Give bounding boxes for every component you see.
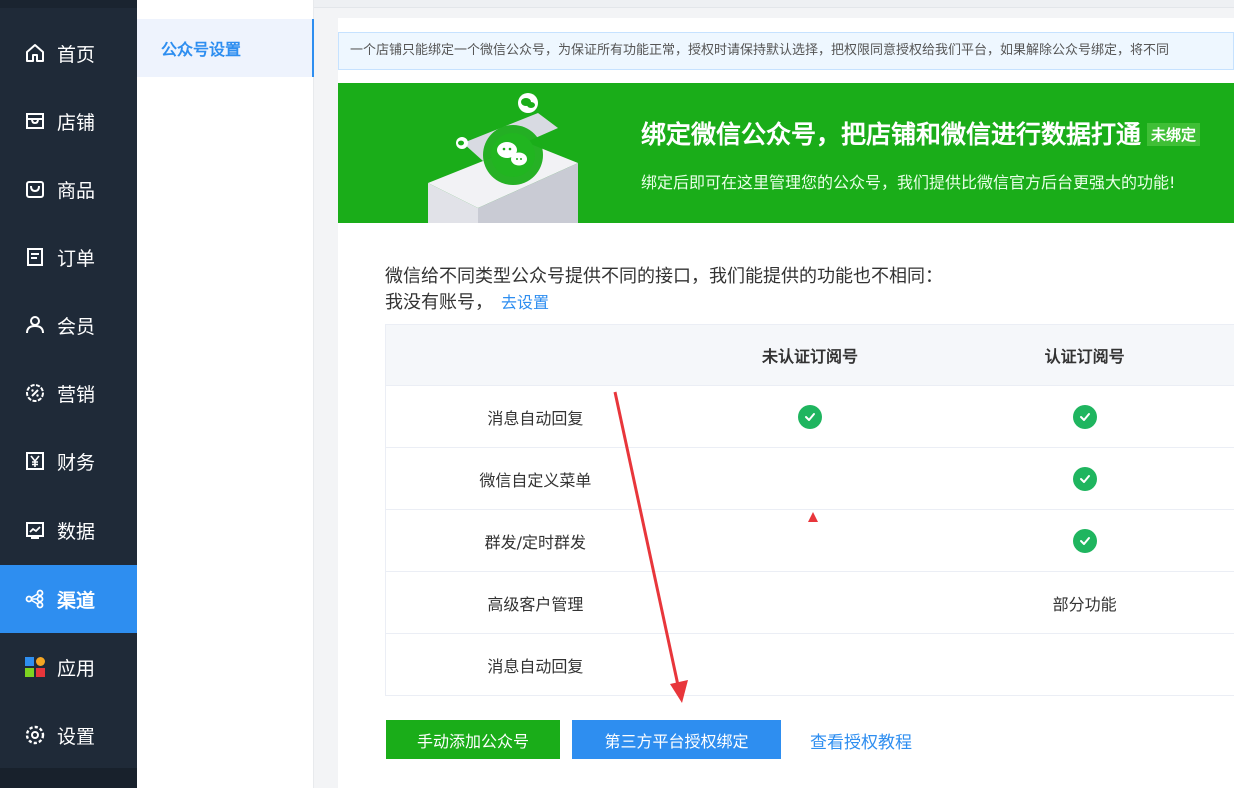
verified-cell — [935, 634, 1234, 695]
nav-label: 商品 — [57, 179, 96, 202]
check-cell — [935, 386, 1234, 447]
intro-text: 微信给不同类型公众号提供不同的接口，我们能提供的功能也不相同： — [385, 266, 943, 287]
feature-cell: 微信自定义菜单 — [479, 470, 592, 490]
nav-item-data[interactable]: 数据 — [0, 496, 137, 564]
table-header: 未认证订阅号 认证订阅号 — [386, 325, 1234, 386]
check-cell — [935, 448, 1234, 509]
nav-item-orders[interactable]: 订单 — [0, 223, 137, 291]
share-icon — [24, 588, 46, 610]
wechat-phone-illustration — [428, 93, 578, 223]
unverified-cell — [685, 448, 936, 509]
content-panel: 一个店铺只能绑定一个微信公众号，为保证所有功能正常，授权时请保持默认选择，把权限… — [338, 18, 1234, 788]
yen-icon — [24, 450, 46, 472]
main-nav: 首页 店铺 商品 订单 会员 营销 财务 数据 渠道 应用 设置 — [0, 0, 137, 788]
nav-item-products[interactable]: 商品 — [0, 155, 137, 223]
nav-label: 会员 — [57, 315, 96, 338]
order-list-icon — [24, 246, 46, 268]
store-icon — [24, 110, 46, 132]
view-tutorial-link[interactable]: 查看授权教程 — [810, 728, 912, 753]
nav-top-strip — [0, 0, 137, 8]
check-circle-icon — [798, 404, 822, 429]
feature-cell: 群发/定时群发 — [484, 532, 587, 552]
table-row: 微信自定义菜单 — [386, 448, 1234, 510]
nav-item-store[interactable]: 店铺 — [0, 87, 137, 155]
subnav-item-official-account-settings[interactable]: 公众号设置 — [137, 19, 314, 77]
sub-nav: 公众号设置 — [137, 0, 314, 788]
apps-icon — [24, 656, 46, 678]
no-account-text: 我没有账号， — [385, 292, 493, 313]
nav-bottom-strip — [0, 768, 137, 788]
verified-cell: 部分功能 — [1052, 594, 1117, 614]
check-circle-icon — [1072, 404, 1097, 429]
table-row: 高级客户管理 部分功能 — [386, 572, 1234, 634]
nav-label: 订单 — [57, 247, 96, 270]
nav-label: 数据 — [57, 520, 96, 543]
user-icon — [24, 314, 46, 336]
manual-add-account-button[interactable]: 手动添加公众号 — [386, 720, 560, 759]
header-cell: 未认证订阅号 — [762, 347, 859, 366]
table-row: 消息自动回复 — [386, 386, 1234, 448]
unverified-cell — [685, 634, 936, 695]
check-circle-icon — [1072, 528, 1097, 553]
home-icon — [24, 42, 46, 64]
table-row: 消息自动回复 — [386, 634, 1234, 696]
nav-item-channels[interactable]: 渠道 — [0, 565, 137, 633]
feature-cell: 消息自动回复 — [487, 656, 584, 676]
feature-cell: 消息自动回复 — [487, 408, 584, 428]
chart-icon — [24, 519, 46, 541]
check-cell — [935, 510, 1234, 571]
check-circle-icon — [1072, 466, 1097, 491]
header-cell — [386, 325, 685, 385]
nav-label: 渠道 — [57, 589, 96, 612]
nav-item-marketing[interactable]: 营销 — [0, 359, 137, 427]
third-party-auth-button[interactable]: 第三方平台授权绑定 — [572, 720, 781, 759]
shopping-bag-icon — [24, 178, 46, 200]
feature-cell: 高级客户管理 — [487, 594, 584, 614]
status-badge: 未绑定 — [1147, 123, 1201, 146]
header-cell: 认证订阅号 — [1044, 347, 1125, 366]
nav-item-home[interactable]: 首页 — [0, 19, 137, 87]
nav-item-finance[interactable]: 财务 — [0, 427, 137, 495]
banner-title-text: 绑定微信公众号，把店铺和微信进行数据打通 — [641, 120, 1142, 149]
info-notice: 一个店铺只能绑定一个微信公众号，为保证所有功能正常，授权时请保持默认选择，把权限… — [338, 32, 1234, 70]
gear-icon — [24, 724, 46, 746]
feature-comparison-table: 未认证订阅号 认证订阅号 消息自动回复 微信自定义菜单 群发/定时群发 高级客户管理 部… — [385, 324, 1234, 696]
check-cell — [685, 386, 936, 447]
no-account-line: 我没有账号， 去设置 — [385, 288, 549, 314]
nav-label: 应用 — [57, 657, 96, 680]
top-bar — [314, 0, 1234, 8]
nav-item-settings[interactable]: 设置 — [0, 701, 137, 769]
banner-title: 绑定微信公众号，把店铺和微信进行数据打通 未绑定 — [641, 115, 1201, 151]
banner-subtitle: 绑定后即可在这里管理您的公众号，我们提供比微信官方后台更强大的功能! — [641, 173, 1176, 192]
nav-label: 财务 — [57, 451, 96, 474]
nav-label: 店铺 — [57, 111, 96, 134]
main-area: 一个店铺只能绑定一个微信公众号，为保证所有功能正常，授权时请保持默认选择，把权限… — [314, 0, 1234, 788]
nav-label: 首页 — [57, 43, 96, 66]
nav-item-members[interactable]: 会员 — [0, 291, 137, 359]
go-setup-link[interactable]: 去设置 — [501, 293, 549, 312]
nav-item-apps[interactable]: 应用 — [0, 633, 137, 701]
unverified-cell — [685, 510, 936, 571]
discount-icon — [24, 382, 46, 404]
bind-banner: 绑定微信公众号，把店铺和微信进行数据打通 未绑定 绑定后即可在这里管理您的公众号，… — [338, 83, 1234, 223]
nav-label: 营销 — [57, 383, 96, 406]
unverified-cell — [685, 572, 936, 633]
nav-label: 设置 — [57, 725, 96, 748]
table-row: 群发/定时群发 — [386, 510, 1234, 572]
